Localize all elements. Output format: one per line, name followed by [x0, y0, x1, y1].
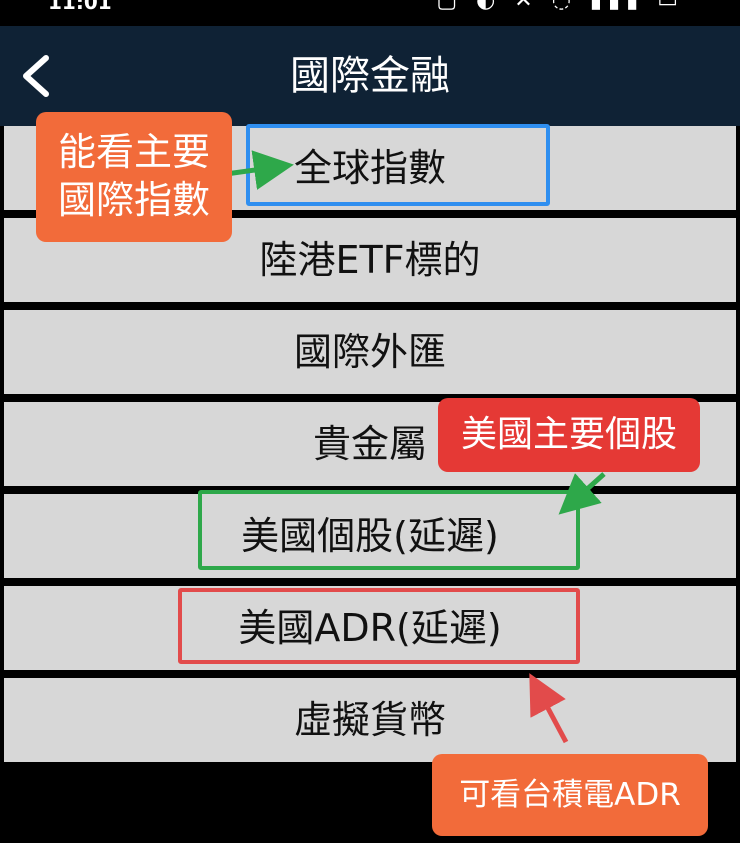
- status-time: 11:01: [48, 0, 112, 14]
- status-indicators: ▢ ◐ ✕ ◌ ▮▮▮ ▭: [436, 0, 684, 13]
- highlight-box-us-stocks: [198, 490, 580, 570]
- callout-us-stocks: 美國主要個股: [438, 398, 700, 472]
- callout-global-index: 能看主要 國際指數: [36, 112, 232, 242]
- menu-item-forex[interactable]: 國際外匯: [4, 310, 736, 394]
- highlight-box-global-index: [246, 124, 550, 206]
- highlight-box-us-adr: [178, 588, 580, 664]
- callout-us-stocks-text: 美國主要個股: [460, 414, 677, 455]
- page-title: 國際金融: [290, 53, 450, 99]
- callout-adr-text: 可看台積電ADR: [459, 777, 681, 813]
- app-header: 國際金融: [0, 26, 740, 126]
- callout-adr: 可看台積電ADR: [432, 754, 708, 836]
- callout-global-index-line1: 能看主要: [57, 130, 210, 174]
- menu-item-crypto[interactable]: 虛擬貨幣: [4, 678, 736, 762]
- callout-global-index-line2: 國際指數: [57, 178, 210, 222]
- status-bar: 11:01 ▢ ◐ ✕ ◌ ▮▮▮ ▭: [0, 0, 740, 26]
